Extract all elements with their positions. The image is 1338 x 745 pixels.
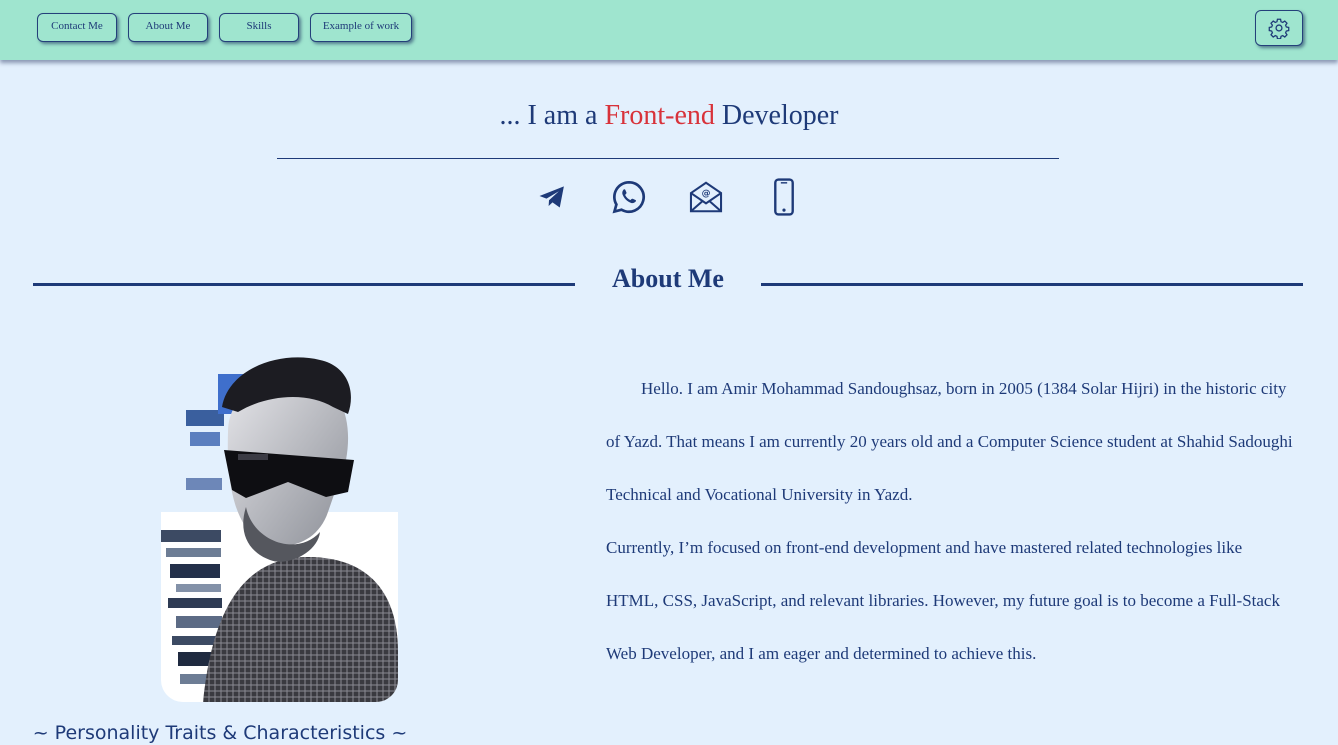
- gear-icon: [1268, 18, 1290, 39]
- contact-link-telegram[interactable]: [532, 177, 572, 217]
- contact-link-phone[interactable]: [764, 177, 804, 217]
- contact-link-email[interactable]: @: [686, 177, 726, 217]
- hero-suffix: Developer: [714, 100, 839, 131]
- section-line-right: [761, 283, 1303, 286]
- settings-button[interactable]: [1255, 10, 1303, 46]
- about-me-heading: About Me: [612, 264, 724, 293]
- telegram-icon: [539, 186, 564, 208]
- phone-icon: [774, 178, 794, 216]
- whatsapp-icon: [612, 180, 645, 214]
- section-line-left: [33, 283, 575, 286]
- nav-example-of-work-button[interactable]: Example of work: [310, 13, 412, 42]
- bio-paragraph-2: Currently, I’m focused on front-end deve…: [606, 538, 1280, 663]
- hero-prefix: ... I am a: [499, 100, 605, 131]
- nav-about-me-button[interactable]: About Me: [128, 13, 208, 42]
- hero-accent-text: Front-end: [604, 100, 715, 131]
- hero-headline: ... I am a Front-end Developer: [0, 100, 1338, 132]
- profile-portrait: [161, 357, 398, 702]
- nav-contact-me-button[interactable]: Contact Me: [37, 13, 117, 42]
- svg-text:@: @: [702, 189, 711, 199]
- bio-paragraph-1: Hello. I am Amir Mohammad Sandoughsaz, b…: [606, 379, 1293, 504]
- top-navbar: Contact Me About Me Skills Example of wo…: [0, 0, 1338, 60]
- nav-skills-button[interactable]: Skills: [219, 13, 299, 42]
- contact-link-whatsapp[interactable]: [609, 177, 649, 217]
- about-me-bio: Hello. I am Amir Mohammad Sandoughsaz, b…: [606, 362, 1296, 680]
- personality-traits-heading: ~ Personality Traits & Characteristics ~: [32, 722, 408, 744]
- email-icon: @: [689, 181, 723, 213]
- hero-divider: [277, 158, 1059, 159]
